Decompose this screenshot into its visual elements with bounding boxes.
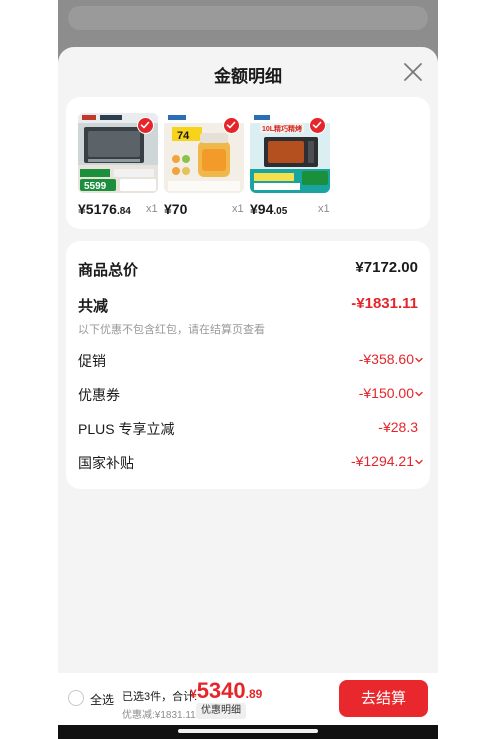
check-icon: [312, 121, 322, 129]
discount-value: -¥1831.11: [351, 295, 418, 312]
amount-detail-sheet: 金额明细 5599 ¥5176.84 x1 74 ¥70 x1 10L精巧精烤 …: [58, 47, 438, 739]
subsidy-value: -¥1294.21: [350, 453, 414, 469]
sheet-header: 金额明细: [58, 47, 438, 99]
products-card: 5599 ¥5176.84 x1 74 ¥70 x1 10L精巧精烤 ¥94.0…: [66, 97, 430, 229]
thumb-promo-text: 10L精巧精烤: [262, 124, 302, 133]
product-thumbnail[interactable]: 5599: [78, 113, 158, 193]
select-all-label[interactable]: 全选: [90, 691, 114, 708]
product-price-int: ¥94: [250, 201, 274, 217]
product-price-int: ¥70: [164, 201, 188, 217]
total-price-label: 商品总价: [78, 262, 139, 279]
promo-value: -¥358.60: [358, 351, 414, 367]
product-price-dec: .84: [116, 206, 131, 217]
close-icon: [404, 63, 422, 81]
chevron-down-icon: [415, 391, 423, 397]
discount-summary: 优惠减:¥1831.11: [122, 710, 196, 721]
phone-screen: 金额明细 5599 ¥5176.84 x1 74 ¥70 x1 10L精巧精烤 …: [58, 0, 438, 739]
plus-label: PLUS 专享立减: [78, 421, 175, 437]
home-indicator[interactable]: [178, 729, 318, 733]
product-thumbnail[interactable]: 74: [164, 113, 244, 193]
discount-note: 以下优惠不包含红包，请在结算页查看: [78, 324, 265, 336]
promo-row[interactable]: 促销 -¥358.60: [78, 351, 423, 371]
selected-check[interactable]: [137, 117, 154, 134]
checkout-total-currency: ¥: [190, 687, 197, 701]
sheet-title: 金额明细: [214, 67, 282, 86]
total-price-value: ¥7172.00: [355, 259, 418, 276]
summary-card: 商品总价 ¥7172.00 共减 -¥1831.11 以下优惠不包含红包，请在结…: [66, 241, 430, 489]
select-all-radio[interactable]: [68, 690, 84, 706]
selected-info: 已选3件，合计:: [122, 691, 198, 703]
promo-label: 促销: [78, 353, 106, 369]
checkout-total: ¥5340.89: [190, 678, 262, 704]
product-price: ¥94.05: [250, 201, 287, 217]
checkout-total-dec: .89: [245, 687, 263, 701]
close-button[interactable]: [402, 61, 424, 83]
subsidy-label: 国家补贴: [78, 455, 134, 471]
product-qty: x1: [146, 203, 158, 215]
chevron-down-icon: [415, 357, 423, 363]
thumb-price-text: 74: [177, 130, 190, 142]
subsidy-row[interactable]: 国家补贴 -¥1294.21: [78, 453, 423, 473]
home-indicator-bar: [58, 725, 438, 739]
product-qty: x1: [232, 203, 244, 215]
check-icon: [226, 121, 236, 129]
product-price-int: ¥5176: [78, 201, 117, 217]
discount-label: 共减: [78, 298, 109, 315]
checkout-bar: 全选 已选3件，合计: ¥5340.89 优惠减:¥1831.11 优惠明细 去…: [58, 673, 438, 725]
discount-detail-button[interactable]: 优惠明细: [196, 703, 246, 719]
dimmed-bar: [68, 6, 428, 30]
product-price: ¥5176.84: [78, 201, 131, 217]
discount-row: 共减 -¥1831.11: [78, 295, 418, 315]
checkout-button[interactable]: 去结算: [339, 680, 428, 717]
checkout-total-int: 5340: [196, 678, 246, 703]
selected-check[interactable]: [309, 117, 326, 134]
plus-row: PLUS 专享立减 -¥28.3: [78, 419, 418, 439]
chevron-down-icon: [415, 459, 423, 465]
thumb-price-text: 5599: [84, 181, 107, 192]
product-qty: x1: [318, 203, 330, 215]
check-icon: [140, 121, 150, 129]
product-thumbnail[interactable]: 10L精巧精烤: [250, 113, 330, 193]
coupon-label: 优惠券: [78, 387, 120, 403]
coupon-row[interactable]: 优惠券 -¥150.00: [78, 385, 423, 405]
total-price-row: 商品总价 ¥7172.00: [78, 259, 418, 279]
coupon-value: -¥150.00: [358, 385, 414, 401]
product-price: ¥70: [164, 201, 187, 217]
product-price-dec: .05: [273, 206, 288, 217]
plus-value: -¥28.3: [378, 419, 418, 435]
selected-check[interactable]: [223, 117, 240, 134]
